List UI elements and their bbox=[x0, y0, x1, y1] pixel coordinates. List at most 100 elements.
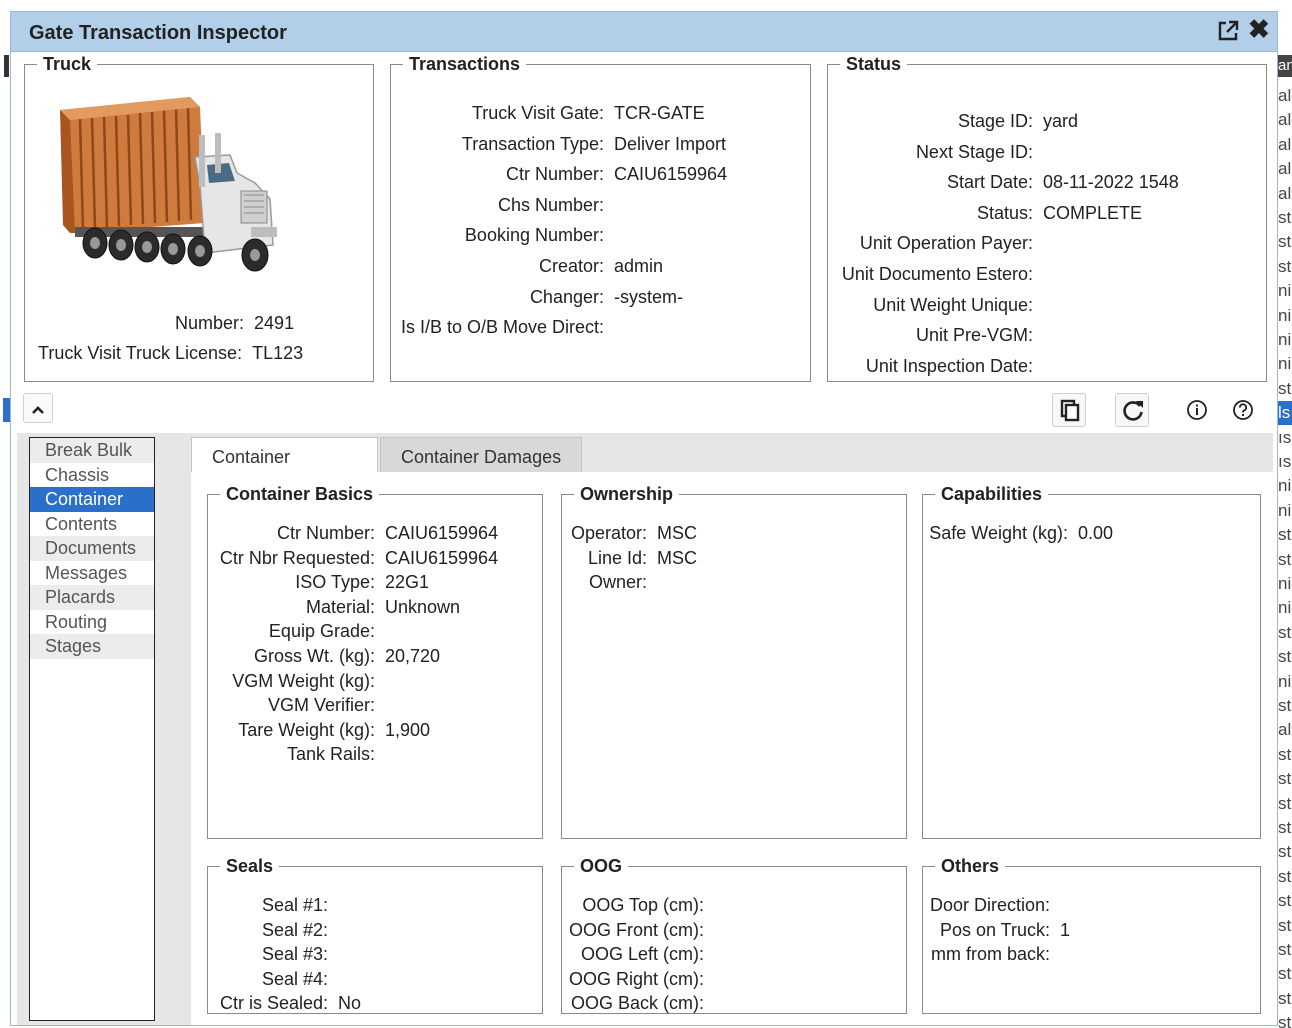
field-label: OOG Back (cm): bbox=[570, 993, 704, 1014]
field-value: yard bbox=[1043, 111, 1079, 131]
field-label: Unit Operation Payer: bbox=[859, 233, 1033, 254]
field-label: Transaction Type: bbox=[461, 133, 604, 154]
details-panel: Break Bulk Chassis Container Contents Docume… bbox=[17, 433, 1273, 1025]
oog-row-oog-back-cm: OOG Back (cm): bbox=[567, 993, 714, 1014]
nav-item-documents[interactable]: Documents bbox=[30, 536, 154, 561]
seals-row-seal-3: Seal #3: bbox=[213, 944, 338, 965]
background-list-item: st bbox=[1278, 891, 1292, 911]
transactions-row-changer: Changer: -system- bbox=[396, 287, 683, 308]
category-list: Break Bulk Chassis Container Contents Docume… bbox=[29, 437, 155, 1021]
copy-button[interactable] bbox=[1052, 393, 1086, 427]
gate-transaction-inspector-window: Gate Transaction Inspector ✖ Truck Numbe… bbox=[10, 11, 1278, 1026]
field-label: Booking Number: bbox=[464, 225, 604, 246]
nav-item-break-bulk[interactable]: Break Bulk bbox=[30, 438, 154, 463]
field-value: 1,900 bbox=[385, 719, 431, 740]
status-row-next-stage-id: Next Stage ID: bbox=[833, 142, 1043, 163]
field-label: Line Id: bbox=[587, 547, 647, 568]
background-list-item: st bbox=[1278, 744, 1292, 764]
tab-container-damages[interactable]: Container Damages bbox=[380, 437, 583, 473]
close-icon[interactable]: ✖ bbox=[1248, 16, 1270, 42]
field-value: CAIU6159964 bbox=[385, 547, 499, 568]
field-value: 22G1 bbox=[385, 572, 430, 593]
background-app-right-edge: an al al al al al st st st ni ni ni ni st ls ıs ıs ni ni s… bbox=[1276, 0, 1292, 1028]
background-list-item: st bbox=[1278, 818, 1292, 837]
transactions-row-chs-number: Chs Number: bbox=[396, 195, 614, 216]
help-button[interactable] bbox=[1226, 393, 1260, 427]
field-label: Chs Number: bbox=[497, 194, 604, 215]
status-row-unit-pre-vgm: Unit Pre-VGM: bbox=[833, 325, 1043, 346]
refresh-button[interactable] bbox=[1115, 393, 1149, 427]
transactions-row-is-i-b-to-o-b-move-direct: Is I/B to O/B Move Direct: bbox=[396, 317, 614, 338]
field-label: Is I/B to O/B Move Direct: bbox=[400, 317, 604, 338]
field-label: Start Date: bbox=[946, 172, 1033, 193]
field-value: 1 bbox=[1060, 919, 1071, 940]
field-label: Stage ID: bbox=[957, 111, 1033, 131]
ownership-section: Ownership Operator: MSC Line Id: MSC Owner: bbox=[561, 484, 907, 839]
field-label: Tank Rails: bbox=[286, 744, 375, 765]
field-label: Safe Weight (kg): bbox=[929, 523, 1068, 543]
field-value: 0.00 bbox=[1078, 523, 1114, 543]
transactions-row-creator: Creator: admin bbox=[396, 256, 663, 277]
truck-number-value: 2491 bbox=[254, 313, 295, 333]
nav-item-placards[interactable]: Placards bbox=[30, 585, 154, 610]
field-value: -system- bbox=[614, 286, 683, 307]
field-label: Unit Documento Estero: bbox=[841, 264, 1033, 284]
field-label: Owner: bbox=[588, 572, 647, 593]
help-icon bbox=[1233, 400, 1253, 420]
background-list-item: st bbox=[1278, 915, 1292, 935]
background-list-item: st bbox=[1278, 378, 1292, 398]
external-link-icon[interactable] bbox=[1216, 19, 1240, 43]
field-label: Tare Weight (kg): bbox=[238, 719, 375, 740]
container-basics-row-iso-type: ISO Type: 22G1 bbox=[213, 572, 429, 593]
background-list-item: ni bbox=[1278, 574, 1292, 593]
status-row-unit-operation-payer: Unit Operation Payer: bbox=[833, 233, 1043, 254]
collapse-button[interactable] bbox=[23, 393, 53, 423]
background-list-item: st bbox=[1278, 549, 1292, 569]
field-label: VGM Verifier: bbox=[267, 695, 375, 716]
background-list-item: st bbox=[1278, 647, 1292, 667]
oog-row-oog-right-cm: OOG Right (cm): bbox=[567, 969, 714, 990]
container-basics-row-equip-grade: Equip Grade: bbox=[213, 621, 385, 642]
background-list-item: ni bbox=[1278, 330, 1292, 349]
nav-item-contents[interactable]: Contents bbox=[30, 512, 154, 537]
ownership-legend: Ownership bbox=[580, 484, 674, 504]
nav-item-routing[interactable]: Routing bbox=[30, 610, 154, 635]
background-app-left-edge bbox=[0, 0, 10, 1028]
field-label: Seal #3: bbox=[261, 944, 328, 965]
background-list-item: al bbox=[1278, 720, 1292, 740]
window-title: Gate Transaction Inspector bbox=[29, 22, 287, 44]
others-row-door-direction: Door Direction: bbox=[928, 895, 1060, 916]
field-value: Unknown bbox=[385, 596, 461, 617]
container-basics-row-material: Material: Unknown bbox=[213, 597, 460, 618]
status-legend: Status bbox=[846, 54, 902, 74]
background-list-item: ni bbox=[1278, 500, 1292, 520]
truck-section: Truck Number: 2491 Truck Visit Truck Lic… bbox=[24, 54, 374, 382]
oog-legend: OOG bbox=[580, 856, 623, 876]
status-row-status: Status: COMPLETE bbox=[833, 203, 1142, 224]
truck-license-label: Truck Visit Truck License: bbox=[38, 343, 243, 363]
background-list-item: ıs bbox=[1278, 452, 1292, 471]
nav-item-stages[interactable]: Stages bbox=[30, 634, 154, 659]
container-basics-legend: Container Basics bbox=[226, 484, 374, 504]
chevron-up-icon bbox=[32, 406, 44, 415]
status-row-unit-documento-estero: Unit Documento Estero: bbox=[833, 264, 1043, 285]
tab-container[interactable]: Container bbox=[191, 437, 378, 473]
others-row-mm-from-back: mm from back: bbox=[928, 944, 1060, 965]
background-list-item: al bbox=[1278, 134, 1292, 154]
field-label: Creator: bbox=[538, 256, 604, 276]
background-list-item: ni bbox=[1278, 281, 1292, 301]
container-basics-row-tare-weight-kg: Tare Weight (kg): 1,900 bbox=[213, 720, 430, 741]
ownership-row-owner: Owner: bbox=[567, 572, 657, 593]
others-legend: Others bbox=[941, 856, 1000, 876]
background-selection bbox=[3, 398, 10, 422]
nav-item-messages[interactable]: Messages bbox=[30, 561, 154, 586]
info-button[interactable] bbox=[1180, 393, 1214, 427]
background-list-item: st bbox=[1278, 988, 1292, 1008]
background-list-item: st bbox=[1278, 696, 1292, 715]
nav-item-container[interactable]: Container bbox=[30, 487, 154, 512]
oog-section: OOG OOG Top (cm): OOG Front (cm): OOG Left… bbox=[561, 856, 907, 1014]
background-list-item: st bbox=[1278, 842, 1292, 862]
container-basics-row-gross-wt-kg: Gross Wt. (kg): 20,720 bbox=[213, 646, 440, 667]
nav-item-chassis[interactable]: Chassis bbox=[30, 463, 154, 488]
field-label: Ctr is Sealed: bbox=[219, 993, 328, 1014]
